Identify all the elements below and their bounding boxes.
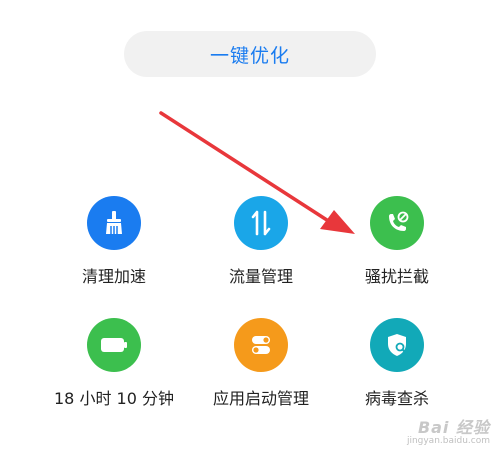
baidu-jingyan-watermark: Bai 经验 jingyan.baidu.com [407,414,490,446]
tile-label: 骚扰拦截 [364,267,429,286]
battery-icon [87,318,141,372]
tile-traffic-management[interactable]: 流量管理 [191,196,331,287]
tile-virus-scan[interactable]: 病毒查杀 [327,318,467,409]
tile-harassment-block[interactable]: 骚扰拦截 [327,196,467,287]
watermark-brand: Bai 经验 [417,418,490,437]
one-key-optimize-label: 一键优化 [209,44,290,67]
phone-block-icon [370,196,424,250]
data-transfer-icon [234,196,288,250]
tile-clean-accelerate[interactable]: 清理加速 [44,196,184,287]
toggle-switch-icon [234,318,288,372]
broom-icon [87,196,141,250]
tile-label: 应用启动管理 [212,389,309,408]
phone-manager-screen: 一键优化 清理加速 流量管理 骚扰拦截 18 小时 10 分钟 应用启动管理 病… [0,0,500,454]
tile-battery[interactable]: 18 小时 10 分钟 [44,318,184,409]
tile-label: 病毒查杀 [364,389,429,408]
watermark-url: jingyan.baidu.com [406,436,490,446]
shield-scan-icon [370,318,424,372]
tile-label: 18 小时 10 分钟 [54,389,174,408]
one-key-optimize-button[interactable]: 一键优化 [124,31,376,77]
tile-label: 清理加速 [81,267,146,286]
tile-label: 流量管理 [228,267,293,286]
tile-app-launch-management[interactable]: 应用启动管理 [191,318,331,409]
